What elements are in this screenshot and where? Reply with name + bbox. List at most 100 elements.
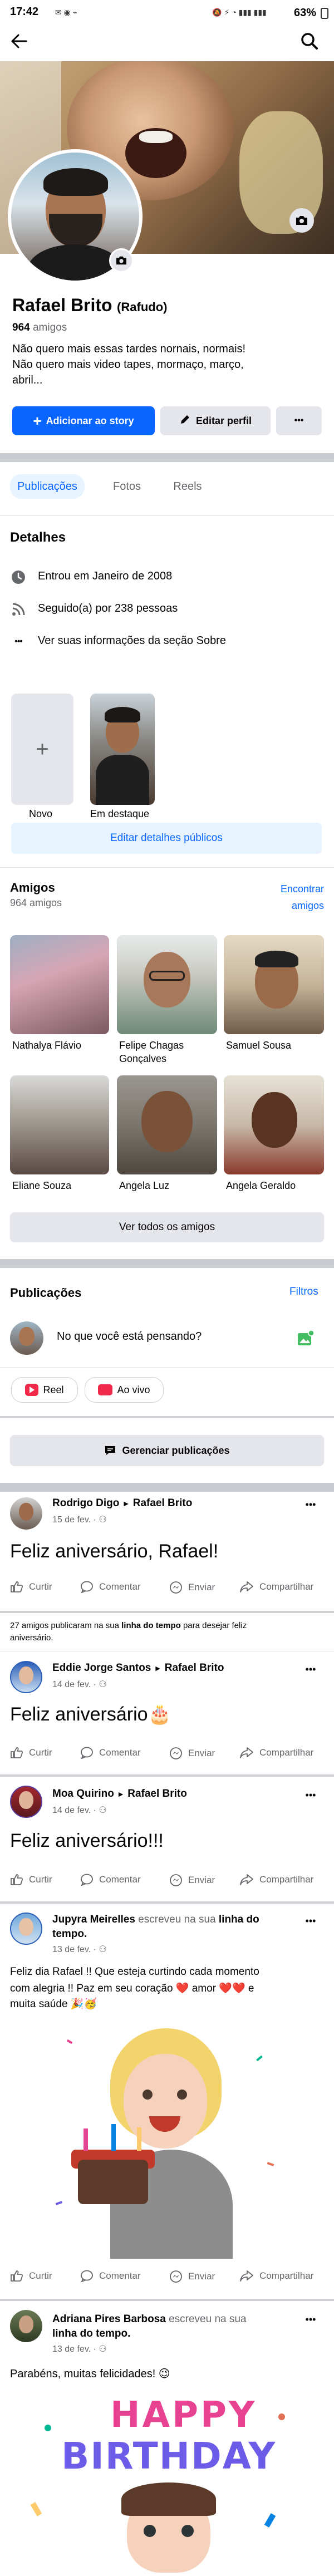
post-author[interactable]: Jupyra Meirelles [52,1914,135,1925]
new-highlight-card[interactable]: + [11,694,73,805]
share-button[interactable]: Compartilhar [239,1747,313,1759]
share-button[interactable]: Compartilhar [239,2270,313,2282]
filters-link[interactable]: Filtros [289,1286,318,1298]
like-button[interactable]: Curtir [10,1874,52,1886]
post-author[interactable]: Eddie Jorge Santos [52,1662,151,1674]
manage-posts-button[interactable]: Gerenciar publicações [10,1435,324,1466]
share-button[interactable]: Compartilhar [239,1581,313,1593]
post-date: 15 de fev. · ⚇ [52,1514,107,1525]
send-button[interactable]: Enviar [169,1747,215,1760]
post-text-line1: Feliz dia Rafael !! Que esteja curtindo … [10,1966,259,1978]
like-button[interactable]: Curtir [10,1581,52,1593]
post-header-5-line2: linha do tempo. [52,2328,130,2340]
notice-part-3: para desejar feliz [180,1621,247,1630]
post-avatar-jupyra[interactable] [10,1913,42,1945]
friend-name-angela-luz[interactable]: Angela Luz [119,1180,169,1192]
send-button[interactable]: Enviar [169,1581,215,1594]
post-more-icon[interactable]: ••• [298,2311,323,2328]
tab-fotos-label: Fotos [112,480,141,493]
post-date-text: 13 de fev. [52,2344,91,2354]
post-more-icon[interactable]: ••• [298,1496,323,1513]
see-all-friends-button[interactable]: Ver todos os amigos [10,1212,324,1242]
post-author[interactable]: Moa Quirino [52,1788,114,1800]
friend-photo-nathalya[interactable] [10,935,109,1034]
tab-reels-label: Reels [173,480,202,493]
friends-title: Amigos [10,881,55,894]
photo-icon[interactable] [295,1328,316,1348]
like-button[interactable]: Curtir [10,1747,52,1759]
tab-reels[interactable]: Reels [163,474,213,499]
post-more-icon[interactable]: ••• [298,1661,323,1678]
friend-photo-angela-geraldo[interactable] [224,1075,324,1174]
like-label: Curtir [29,1874,52,1885]
post-timeline-link[interactable]: linha do tempo. [52,2328,130,2339]
comment-button[interactable]: Comentar [80,1747,141,1759]
comment-button[interactable]: Comentar [80,1874,141,1886]
about-link[interactable]: Ver suas informações da seção Sobre [38,635,226,647]
post-text-line3: muita saúde 🎉🥳 [10,1998,97,2010]
tab-publicacoes[interactable]: Publicações [10,474,85,499]
share-button[interactable]: Compartilhar [239,1874,313,1886]
post-avatar-rodrigo[interactable] [10,1497,42,1530]
post-date: 13 de fev. · ⚇ [52,1944,107,1955]
plus-icon: + [33,412,42,429]
featured-highlight-card[interactable] [90,694,155,805]
post-avatar-adriana[interactable] [10,2310,42,2342]
post-more-icon[interactable]: ••• [298,1913,323,1929]
post-timeline-link-2[interactable]: tempo. [52,1928,87,1940]
profile-camera-icon[interactable] [109,248,134,273]
messenger-icon [170,1747,182,1759]
edit-profile-button[interactable]: Editar perfil [160,406,271,435]
post-author[interactable]: Adriana Pires Barbosa [52,2313,166,2325]
comment-button[interactable]: Comentar [80,2270,141,2282]
send-button[interactable]: Enviar [169,2270,215,2283]
post-target[interactable]: Rafael Brito [165,1662,224,1674]
post-target[interactable]: Rafael Brito [133,1497,193,1509]
share-icon [240,1747,253,1758]
profile-name: Rafael Brito (Rafudo) [12,295,167,316]
post-target[interactable]: Rafael Brito [127,1788,187,1800]
comment-icon [81,1874,93,1886]
friend-photo-samuel[interactable] [224,935,324,1034]
find-friends-link[interactable]: Encontrar amigos [271,881,324,914]
post-avatar-eddie[interactable] [10,1661,42,1693]
friends-count-line[interactable]: 964 amigos [12,322,67,334]
post-timeline-link[interactable]: linha do [219,1914,259,1925]
post-more-icon[interactable]: ••• [298,1787,323,1803]
back-arrow-icon[interactable] [8,30,30,52]
birthday-sticker-image[interactable] [0,2018,334,2259]
friend-name-angela-geraldo[interactable]: Angela Geraldo [226,1180,296,1192]
notice-timeline-link[interactable]: linha do tempo [121,1621,181,1630]
edit-public-details-button[interactable]: Editar detalhes públicos [11,823,322,854]
more-options-button[interactable]: ••• [276,406,322,435]
friend-photo-felipe[interactable] [117,935,217,1034]
arrow-right-icon: ► [154,1664,162,1673]
comment-button[interactable]: Comentar [80,1581,141,1593]
reel-button[interactable]: Reel [11,1377,78,1403]
post-date: 14 de fev. · ⚇ [52,1679,107,1690]
add-story-button[interactable]: + Adicionar ao story [12,406,155,435]
cover-camera-icon[interactable] [289,208,314,233]
notice-part-1: 27 amigos publicaram na sua [10,1621,122,1630]
friend-name-samuel[interactable]: Samuel Sousa [226,1040,291,1051]
friend-name-eliane[interactable]: Eliane Souza [12,1180,71,1192]
tab-fotos[interactable]: Fotos [104,474,150,499]
thin-divider [0,2299,334,2301]
post-avatar-moa[interactable] [10,1786,42,1818]
friend-name-nathalya[interactable]: Nathalya Flávio [12,1040,81,1051]
birthday-notice-line2: aniversário. [10,1633,53,1643]
friend-photo-eliane[interactable] [10,1075,109,1174]
live-button[interactable]: Ao vivo [85,1377,164,1403]
search-icon[interactable] [297,29,322,53]
publications-title: Publicações [10,1286,82,1300]
send-button[interactable]: Enviar [169,1874,215,1887]
composer-input[interactable]: No que você está pensando? [57,1330,202,1343]
post-author[interactable]: Rodrigo Digo [52,1497,119,1509]
more-dots-icon: ••• [294,416,304,425]
happy-birthday-image[interactable]: HAPPY BIRTHDAY [0,2391,334,2576]
friend-name-felipe[interactable]: Felipe Chagas [119,1040,184,1051]
friend-photo-angela-luz[interactable] [117,1075,217,1174]
like-button[interactable]: Curtir [10,2270,52,2282]
joined-date: Entrou em Janeiro de 2008 [38,570,173,582]
composer-avatar[interactable] [10,1321,43,1355]
